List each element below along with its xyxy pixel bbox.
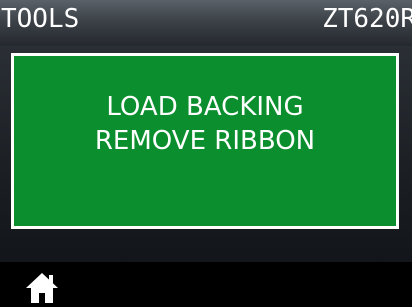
printer-model: ZT620R <box>322 4 412 34</box>
message-line-2: REMOVE RIBBON <box>94 126 316 156</box>
menu-title: TOOLS <box>1 4 80 34</box>
status-message-box: LOAD BACKING REMOVE RIBBON <box>11 53 399 229</box>
printer-display: TOOLS ZT620R LOAD BACKING REMOVE RIBBON <box>0 0 412 307</box>
status-message: LOAD BACKING REMOVE RIBBON <box>14 90 396 158</box>
home-icon <box>26 273 58 303</box>
footer-bar <box>0 262 412 307</box>
header-bar: TOOLS ZT620R <box>0 0 412 46</box>
message-line-1: LOAD BACKING <box>106 92 304 122</box>
home-button[interactable] <box>24 270 60 306</box>
